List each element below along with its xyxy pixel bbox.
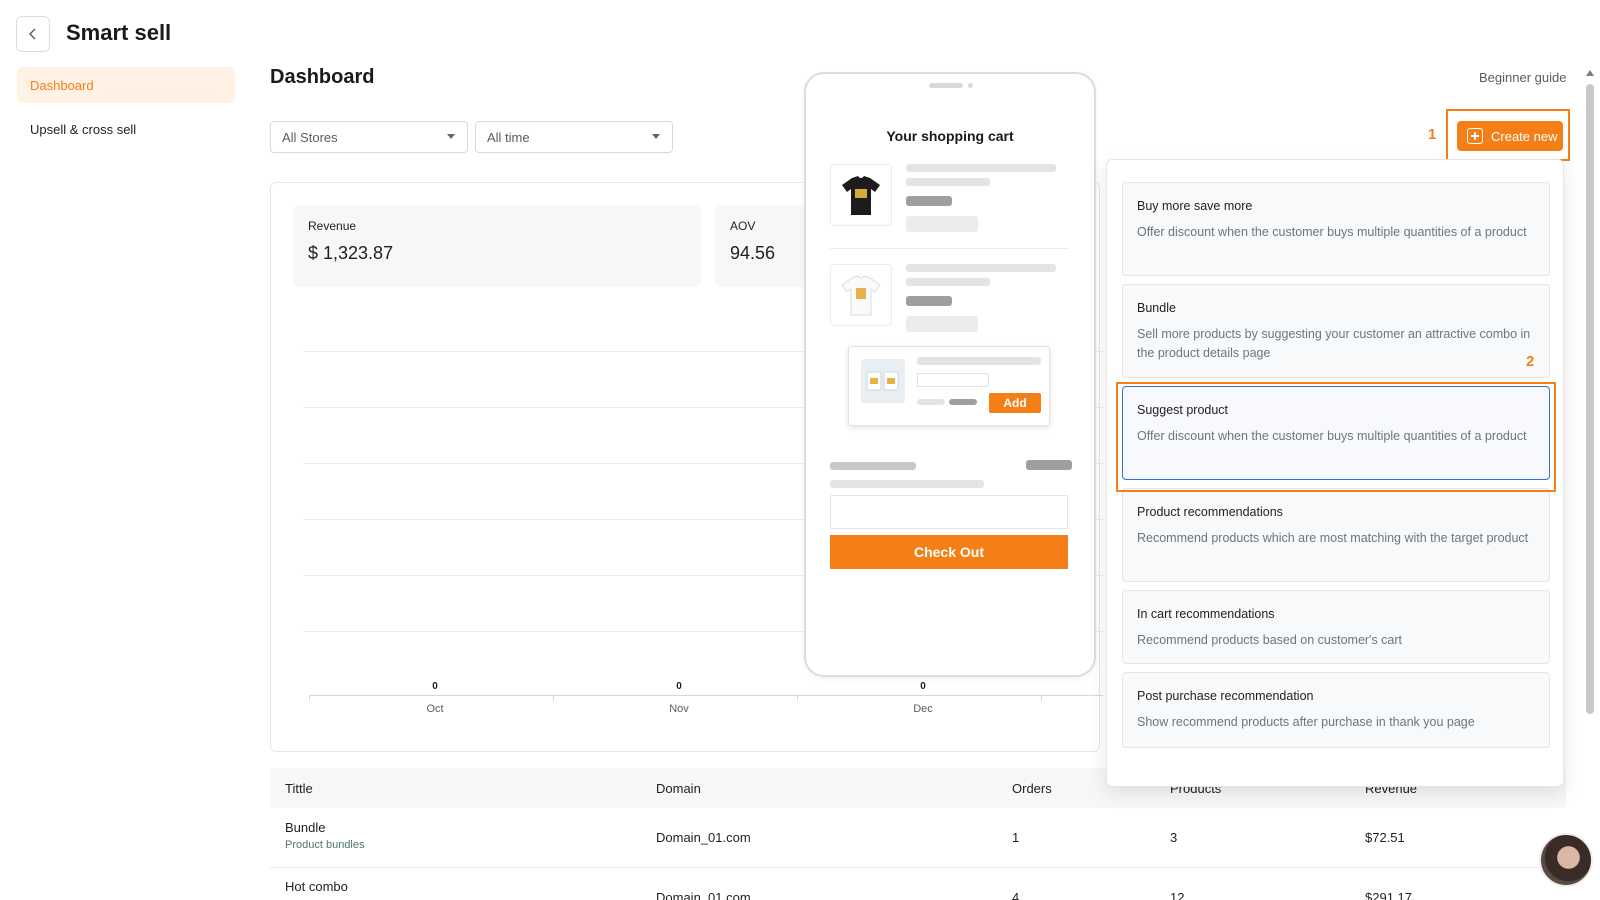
cart-preview-phone: Your shopping cart Add Check Out (804, 72, 1096, 677)
sidebar-item-upsell[interactable]: Upsell & cross sell (17, 111, 235, 147)
option-desc: Offer discount when the customer buys mu… (1137, 225, 1527, 239)
suggest-highlight-frame (1116, 382, 1556, 492)
option-desc: Recommend products based on customer's c… (1137, 633, 1403, 647)
placeholder-line (830, 462, 916, 470)
revenue-label: Revenue (308, 219, 357, 233)
col-domain: Domain (656, 781, 701, 796)
data-label: 0 (432, 681, 438, 692)
row-subtitle: Product bundles (285, 839, 365, 851)
data-label: 0 (676, 681, 682, 692)
option-post-purchase[interactable]: Post purchase recommendation Show recomm… (1122, 672, 1550, 748)
sidebar: Dashboard Upsell & cross sell (17, 67, 235, 155)
row-orders: 1 (1012, 830, 1020, 845)
caret-down-icon (447, 134, 455, 139)
option-title: Buy more save more (1137, 199, 1253, 213)
placeholder-line (906, 178, 990, 186)
row-title: Hot combo (285, 879, 348, 894)
col-title: Tittle (285, 781, 313, 796)
placeholder-line (906, 164, 1056, 172)
option-title: Bundle (1137, 301, 1176, 315)
divider (830, 248, 1068, 249)
beginner-guide-link[interactable]: Beginner guide (1479, 70, 1566, 85)
cart-title: Your shopping cart (886, 128, 1014, 144)
row-products: 12 (1170, 890, 1185, 900)
option-desc: Show recommend products after purchase i… (1137, 715, 1475, 729)
page-title: Dashboard (270, 66, 375, 88)
option-desc: Sell more products by suggesting your cu… (1137, 327, 1531, 360)
row-domain: Domain_01.com (656, 830, 751, 845)
placeholder-qty (906, 316, 978, 332)
plus-square-icon (1467, 128, 1483, 144)
table-row[interactable]: Bundle Product bundles Domain_01.com 1 3… (270, 808, 1566, 868)
checkout-button[interactable]: Check Out (830, 535, 1068, 569)
store-select-value: All Stores (282, 129, 338, 145)
x-axis (309, 695, 1103, 696)
revenue-value: $ 1,323.87 (308, 243, 394, 263)
scroll-up-arrow[interactable] (1586, 70, 1594, 76)
placeholder-price (949, 399, 977, 405)
row-revenue: $291.17 (1365, 890, 1412, 900)
row-revenue: $72.51 (1365, 830, 1405, 845)
option-bundle[interactable]: Bundle Sell more products by suggesting … (1122, 284, 1550, 378)
x-axis-tick (1041, 695, 1042, 701)
placeholder-qty (906, 216, 978, 232)
caret-down-icon (652, 134, 660, 139)
option-title: Product recommendations (1137, 505, 1283, 519)
row-orders: 4 (1012, 890, 1020, 900)
placeholder-field (830, 495, 1068, 529)
time-select-value: All time (487, 129, 530, 145)
placeholder-line (917, 357, 1041, 365)
placeholder-input (917, 373, 989, 387)
placeholder-line (906, 264, 1056, 272)
placeholder-line (917, 399, 945, 405)
suggested-product-card: Add (848, 346, 1050, 426)
tshirt-black-image (830, 164, 892, 226)
option-desc: Recommend products which are most matchi… (1137, 531, 1529, 545)
chevron-left-icon (29, 28, 36, 40)
back-button[interactable] (16, 16, 50, 52)
placeholder-line (906, 278, 990, 286)
data-label: 0 (920, 681, 926, 692)
option-in-cart-recommendations[interactable]: In cart recommendations Recommend produc… (1122, 590, 1550, 664)
phone-notch (929, 83, 963, 88)
x-axis-tick (797, 695, 798, 701)
store-select[interactable]: All Stores (270, 121, 468, 153)
x-tick-label: Oct (426, 703, 444, 715)
tshirt-icon (842, 176, 880, 215)
campaign-table: Tittle Domain Orders Products Revenue Bu… (270, 768, 1566, 900)
revenue-stat: Revenue $ 1,323.87 (293, 205, 701, 287)
step-1-marker: 1 (1428, 126, 1437, 143)
x-axis-tick (309, 695, 310, 701)
scrollbar-thumb[interactable] (1586, 84, 1594, 714)
placeholder-line (830, 480, 984, 488)
option-buy-more-save-more[interactable]: Buy more save more Offer discount when t… (1122, 182, 1550, 276)
row-products: 3 (1170, 830, 1178, 845)
sidebar-item-dashboard[interactable]: Dashboard (17, 67, 235, 103)
placeholder-price (906, 296, 952, 306)
option-title: Post purchase recommendation (1137, 689, 1314, 703)
tshirt-icon (841, 275, 881, 316)
x-axis-tick (553, 695, 554, 701)
option-title: In cart recommendations (1137, 607, 1275, 621)
app-title: Smart sell (66, 20, 172, 45)
add-button[interactable]: Add (989, 393, 1041, 413)
create-new-button[interactable]: Create new (1457, 121, 1563, 151)
step-2-marker: 2 (1526, 353, 1535, 370)
mug-image (861, 359, 905, 403)
x-tick-label: Nov (669, 703, 689, 715)
phone-camera (968, 83, 973, 88)
col-orders: Orders (1012, 781, 1052, 796)
table-row[interactable]: Hot combo Domain_01.com 4 12 $291.17 (270, 868, 1566, 900)
create-new-label: Create new (1491, 128, 1558, 144)
row-title: Bundle (285, 820, 326, 835)
placeholder-price (906, 196, 952, 206)
row-domain: Domain_01.com (656, 890, 751, 900)
mug-icon (866, 371, 899, 391)
time-select[interactable]: All time (475, 121, 673, 153)
tshirt-white-image (830, 264, 892, 326)
option-product-recommendations[interactable]: Product recommendations Recommend produc… (1122, 488, 1550, 582)
placeholder-total (1026, 460, 1072, 470)
support-avatar[interactable] (1539, 833, 1593, 887)
x-tick-label: Dec (913, 703, 933, 715)
